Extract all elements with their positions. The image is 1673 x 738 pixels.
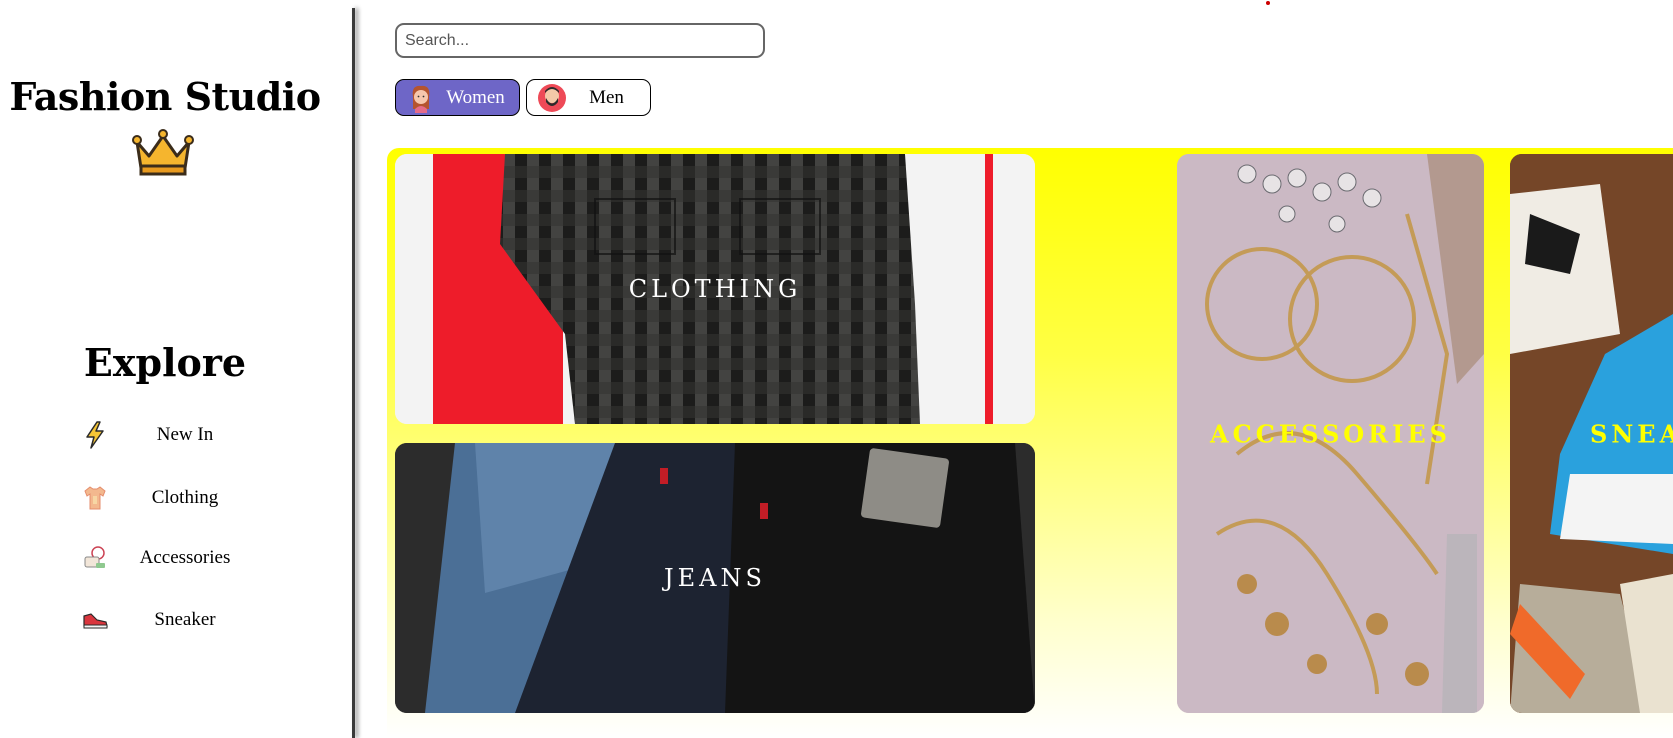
women-label: Women xyxy=(446,86,505,108)
sidebar: Fashion Studio Explore New In Clothing A… xyxy=(0,0,352,738)
sidebar-item-sneaker[interactable]: Sneaker xyxy=(80,602,260,638)
card-jeans[interactable]: JEANS xyxy=(395,443,1035,713)
sidebar-item-accessories[interactable]: Accessories xyxy=(80,540,260,576)
sidebar-item-label: Accessories xyxy=(139,547,231,568)
tshirt-icon xyxy=(80,483,110,513)
indicator-dot xyxy=(1266,1,1270,5)
sidebar-item-label: Sneaker xyxy=(154,609,216,630)
sidebar-item-new-in[interactable]: New In xyxy=(80,417,260,453)
men-label: Men xyxy=(589,86,624,108)
man-avatar-icon xyxy=(538,83,566,112)
crown-icon xyxy=(132,129,194,176)
accessories-icon xyxy=(80,543,110,573)
woman-avatar-icon xyxy=(412,85,430,113)
explore-heading: Explore xyxy=(83,340,247,385)
sidebar-item-label: New In xyxy=(156,424,214,445)
card-jeans-label: JEANS xyxy=(664,564,766,592)
card-accessories[interactable]: ACCESSORIES xyxy=(1177,154,1484,713)
card-clothing[interactable]: CLOTHING xyxy=(395,154,1035,424)
card-sneakers[interactable]: SNEA xyxy=(1510,154,1673,713)
card-accessories-label: ACCESSORIES xyxy=(1210,419,1451,448)
men-button[interactable]: Men xyxy=(526,79,651,116)
sneaker-icon xyxy=(80,605,110,635)
search-input[interactable] xyxy=(395,23,765,58)
sidebar-item-clothing[interactable]: Clothing xyxy=(80,480,260,516)
women-button[interactable]: Women xyxy=(395,79,520,116)
sidebar-item-label: Clothing xyxy=(151,487,219,508)
lightning-icon xyxy=(80,420,110,450)
sidebar-divider xyxy=(352,8,355,738)
card-sneakers-label: SNEA xyxy=(1590,419,1673,448)
card-clothing-label: CLOTHING xyxy=(628,275,802,303)
brand-title: Fashion Studio xyxy=(9,74,321,119)
